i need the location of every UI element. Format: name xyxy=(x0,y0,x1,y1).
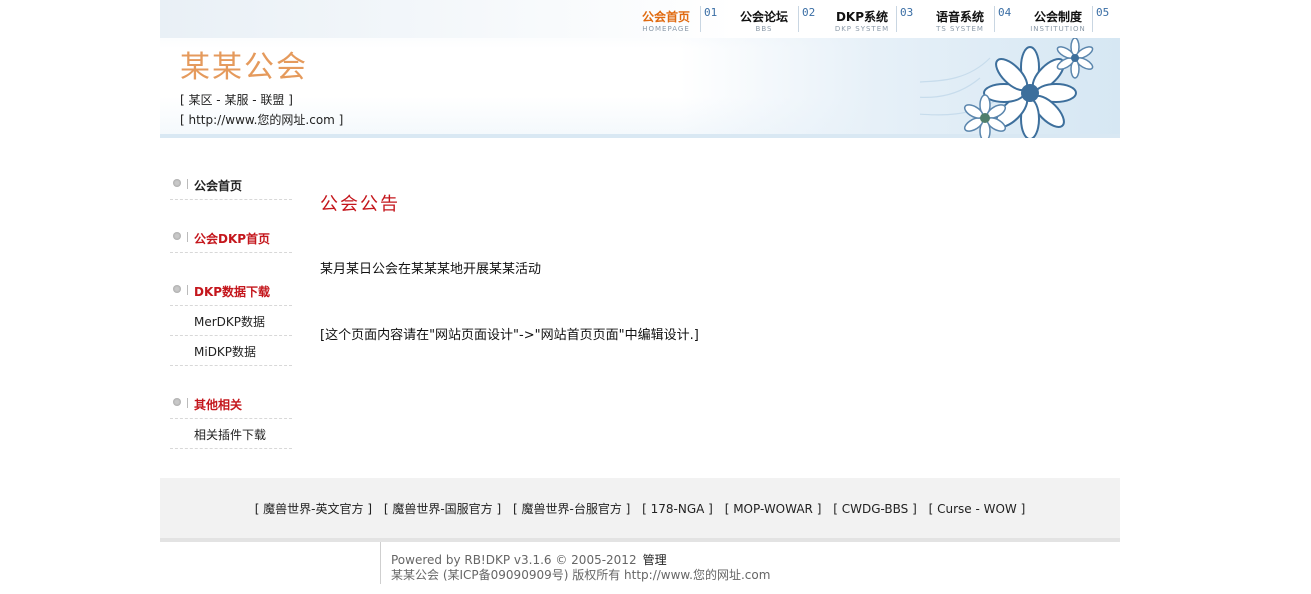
nav-item-dkp-system[interactable]: DKP系统 DKP SYSTEM 03 xyxy=(826,0,924,38)
nav-item-sublabel: TS SYSTEM xyxy=(936,25,984,33)
sidebar-item-midkp[interactable]: MiDKP数据 xyxy=(170,336,292,366)
nav-item-number: 05 xyxy=(1096,6,1110,19)
nav-separator xyxy=(798,6,799,32)
powered-by-text: Powered by RB!DKP v3.1.6 © 2005-2012 xyxy=(391,553,637,567)
sidebar-divider xyxy=(187,398,188,408)
external-links-bar: [ 魔兽世界-英文官方 ] [ 魔兽世界-国服官方 ] [ 魔兽世界-台服官方 … xyxy=(160,478,1120,538)
nav-separator xyxy=(994,6,995,32)
footer-copyright: 某某公会 (某ICP备09090909号) 版权所有 http://www.您的… xyxy=(391,568,771,582)
admin-link[interactable]: 管理 xyxy=(643,553,667,567)
nav-item-number: 04 xyxy=(998,6,1012,19)
sidebar-item-home[interactable]: 公会首页 xyxy=(170,170,292,200)
sidebar-item-merdkp[interactable]: MerDKP数据 xyxy=(170,306,292,336)
nav-item-number: 02 xyxy=(802,6,816,19)
sidebar-section-dkp-download: DKP数据下载 xyxy=(170,276,292,306)
nav-separator xyxy=(700,6,701,32)
sidebar-section-label: 其他相关 xyxy=(194,398,243,412)
sidebar-divider xyxy=(187,179,188,189)
announcement-title: 公会公告 xyxy=(320,194,400,215)
page: 公会首页 HOMEPAGE 01 公会论坛 BBS 02 DKP系统 DKP S… xyxy=(160,0,1120,594)
nav-item-sublabel: HOMEPAGE xyxy=(642,25,690,33)
sidebar-item-label: 公会DKP首页 xyxy=(194,232,271,246)
bullet-icon xyxy=(173,179,181,187)
sidebar-item-label: 相关插件下载 xyxy=(194,428,267,442)
link-wow-cn-official[interactable]: [ 魔兽世界-国服官方 ] xyxy=(384,502,501,516)
header-banner: 公会首页 HOMEPAGE 01 公会论坛 BBS 02 DKP系统 DKP S… xyxy=(160,0,1120,138)
link-curse-wow[interactable]: [ Curse - WOW ] xyxy=(929,502,1026,516)
nav-item-label: DKP系统 xyxy=(835,10,889,24)
sidebar-item-label: MerDKP数据 xyxy=(194,315,266,329)
nav-separator xyxy=(1092,6,1093,32)
announcement-text: 某月某日公会在某某某地开展某某活动 xyxy=(320,262,542,277)
nav-item-number: 03 xyxy=(900,6,914,19)
link-wow-tw-official[interactable]: [ 魔兽世界-台服官方 ] xyxy=(513,502,630,516)
nav-item-ts-system[interactable]: 语音系统 TS SYSTEM 04 xyxy=(924,0,1022,38)
sidebar-item-dkp-home[interactable]: 公会DKP首页 xyxy=(170,223,292,253)
site-region-text: [ 某区 - 某服 - 联盟 ] xyxy=(180,93,293,107)
nav-item-sublabel: INSTITUTION xyxy=(1030,25,1086,33)
sidebar-item-label: 公会首页 xyxy=(194,179,243,193)
sidebar-section-label: DKP数据下载 xyxy=(194,285,271,299)
nav-separator xyxy=(896,6,897,32)
nav-item-homepage[interactable]: 公会首页 HOMEPAGE 01 xyxy=(630,0,728,38)
nav-item-label: 公会论坛 xyxy=(739,10,788,24)
nav-item-label: 公会首页 xyxy=(641,10,690,24)
nav-item-bbs[interactable]: 公会论坛 BBS 02 xyxy=(728,0,826,38)
sidebar-divider xyxy=(187,232,188,242)
sidebar-section-other: 其他相关 xyxy=(170,389,292,419)
link-wow-english-official[interactable]: [ 魔兽世界-英文官方 ] xyxy=(255,502,372,516)
nav-item-label: 语音系统 xyxy=(935,10,984,24)
sidebar-item-label: MiDKP数据 xyxy=(194,345,257,359)
link-mop-wowar[interactable]: [ MOP-WOWAR ] xyxy=(725,502,822,516)
nav-item-sublabel: DKP SYSTEM xyxy=(834,25,890,33)
nav-item-label: 公会制度 xyxy=(1033,10,1082,24)
sidebar-divider xyxy=(187,285,188,295)
sidebar: 公会首页 公会DKP首页 DKP数据下载 MerDKP数据 MiDKP数据 其他… xyxy=(170,170,292,449)
sidebar-item-plugins[interactable]: 相关插件下载 xyxy=(170,419,292,449)
flower-decoration-icon xyxy=(920,38,1094,138)
top-nav: 公会首页 HOMEPAGE 01 公会论坛 BBS 02 DKP系统 DKP S… xyxy=(630,0,1120,38)
external-links: [ 魔兽世界-英文官方 ] [ 魔兽世界-国服官方 ] [ 魔兽世界-台服官方 … xyxy=(160,500,1120,517)
nav-item-institution[interactable]: 公会制度 INSTITUTION 05 xyxy=(1022,0,1120,38)
link-cwdg-bbs[interactable]: [ CWDG-BBS ] xyxy=(833,502,917,516)
link-178-nga[interactable]: [ 178-NGA ] xyxy=(642,502,713,516)
bullet-icon xyxy=(173,285,181,293)
site-url-text: [ http://www.您的网址.com ] xyxy=(180,113,344,127)
footer: Powered by RB!DKP v3.1.6 © 2005-2012 管理 某… xyxy=(380,542,891,584)
bullet-icon xyxy=(173,232,181,240)
site-logo-title[interactable]: 某某公会 xyxy=(180,42,308,86)
edit-hint-text: [这个页面内容请在"网站页面设计"->"网站首页页面"中编辑设计.] xyxy=(320,328,699,343)
nav-item-number: 01 xyxy=(704,6,718,19)
main-content: 公会公告 某月某日公会在某某某地开展某某活动 [这个页面内容请在"网站页面设计"… xyxy=(320,190,1100,343)
nav-item-sublabel: BBS xyxy=(755,25,773,33)
bullet-icon xyxy=(173,398,181,406)
